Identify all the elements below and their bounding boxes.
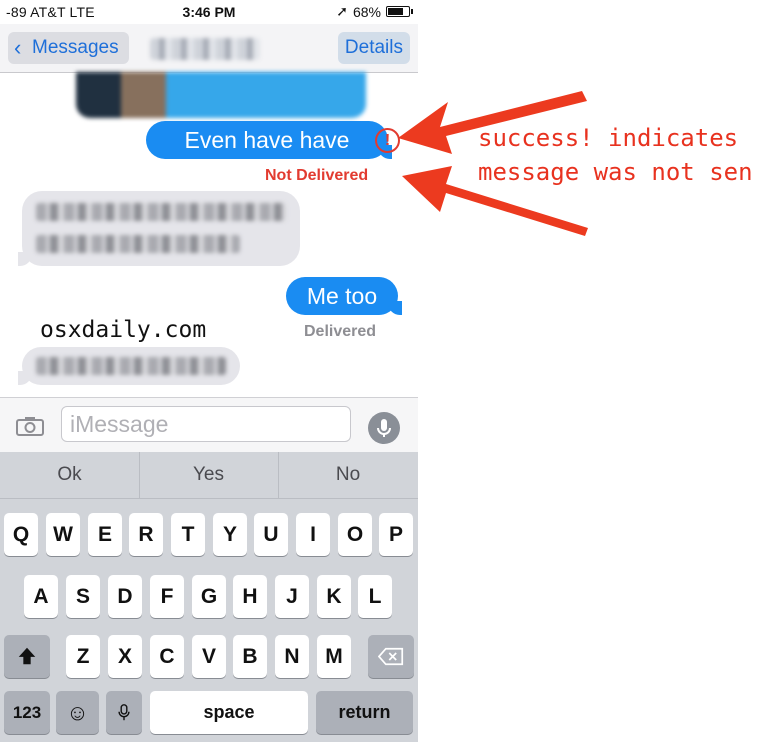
annotation-arrows [398, 91, 588, 236]
annotation-line-2: message was not sen [478, 158, 753, 186]
annotation-line-1: success! indicates [478, 124, 739, 152]
